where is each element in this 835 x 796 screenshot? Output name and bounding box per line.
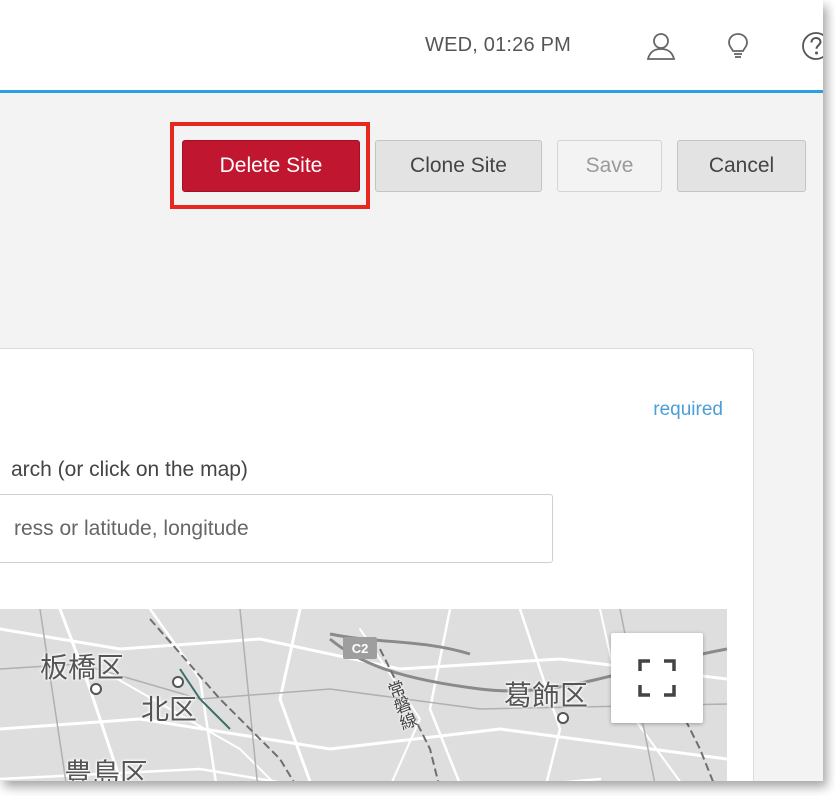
top-header: WED, 01:26 PM [0, 0, 823, 93]
delete-site-button[interactable]: Delete Site [182, 140, 360, 192]
map-label-katsushika: 葛飾区 [504, 679, 589, 712]
cancel-button[interactable]: Cancel [677, 140, 806, 192]
help-icon[interactable] [800, 30, 823, 62]
lightbulb-icon[interactable] [722, 30, 754, 62]
datetime-display: WED, 01:26 PM [425, 34, 571, 56]
clone-site-button[interactable]: Clone Site [375, 140, 542, 192]
user-icon[interactable] [645, 30, 677, 62]
map-label-toshima: 豊島区 [64, 757, 149, 781]
address-search-input[interactable] [0, 494, 553, 563]
map-label-itabashi: 板橋区 [40, 651, 125, 684]
required-label: required [653, 399, 723, 420]
map-marker-kita [172, 676, 184, 688]
map-marker-itabashi [90, 683, 102, 695]
save-button[interactable]: Save [557, 140, 662, 192]
fullscreen-icon [638, 659, 676, 697]
search-label: arch (or click on the map) [11, 458, 248, 481]
app-window: WED, 01:26 PM Delete Site Clone Site Sav… [0, 0, 823, 781]
map-label-kita: 北区 [141, 693, 198, 726]
c2-route-badge: C2 [343, 637, 377, 659]
map-fullscreen-button[interactable] [611, 633, 703, 723]
map-marker-katsushika [557, 712, 569, 724]
